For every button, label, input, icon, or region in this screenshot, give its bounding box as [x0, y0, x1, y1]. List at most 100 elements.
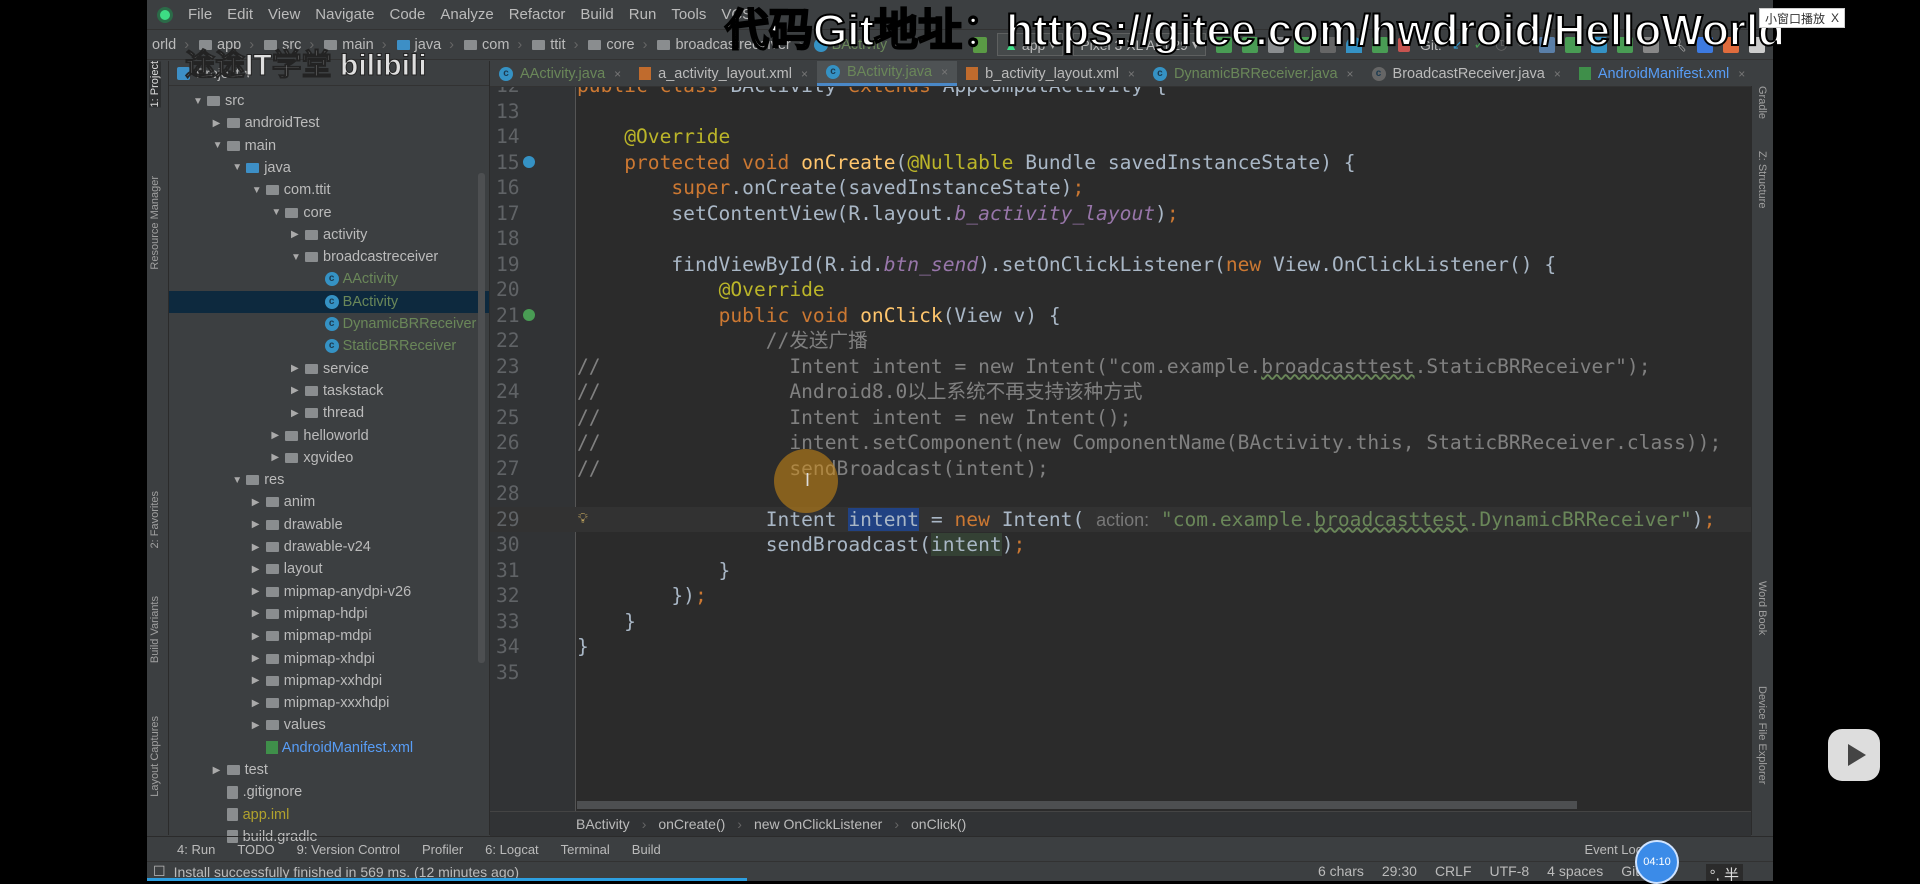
- tree-item[interactable]: ▶ service: [169, 358, 489, 380]
- menu-refactor[interactable]: Refactor: [509, 6, 566, 23]
- lightbulb-icon[interactable]: 💡︎: [578, 507, 588, 533]
- bottom-tab-build[interactable]: Build: [632, 842, 661, 857]
- close-icon[interactable]: ×: [941, 65, 948, 79]
- ime-indicator[interactable]: °, 半: [1705, 864, 1743, 881]
- chevron-right-icon[interactable]: ▶: [252, 631, 266, 642]
- tool-window-build-variants[interactable]: Build Variants: [149, 596, 161, 663]
- tab-bactivity-java[interactable]: c BActivity.java ×: [816, 61, 958, 86]
- close-icon[interactable]: ×: [1347, 67, 1354, 81]
- tree-item[interactable]: ▶ mipmap-anydpi-v26: [169, 581, 489, 603]
- chevron-right-icon[interactable]: ▶: [252, 497, 266, 508]
- close-icon[interactable]: ×: [801, 67, 808, 81]
- close-icon[interactable]: ×: [1738, 67, 1745, 81]
- tree-item[interactable]: ▶ mipmap-xhdpi: [169, 648, 489, 670]
- chevron-right-icon[interactable]: ▶: [291, 229, 305, 240]
- tree-item[interactable]: ▶ androidTest: [169, 112, 489, 134]
- tree-item[interactable]: c BActivity: [169, 290, 489, 313]
- bottom-tab-profiler[interactable]: Profiler: [422, 842, 463, 857]
- tool-window-resource-manager[interactable]: Resource Manager: [149, 176, 161, 270]
- editor-breadcrumb-item[interactable]: BActivity: [576, 816, 630, 832]
- bottom-tab-todo[interactable]: TODO: [237, 842, 274, 857]
- tree-item[interactable]: ▶ test: [169, 759, 489, 781]
- menu-analyze[interactable]: Analyze: [440, 6, 493, 23]
- tree-item[interactable]: ▶ thread: [169, 402, 489, 424]
- tool-window-project[interactable]: 1: Project: [149, 61, 161, 108]
- tree-item[interactable]: c DynamicBRReceiver: [169, 313, 489, 335]
- chevron-right-icon[interactable]: ▶: [252, 608, 266, 619]
- tree-item[interactable]: ▼ com.ttit: [169, 179, 489, 201]
- tool-window-structure[interactable]: Z: Structure: [1756, 151, 1768, 208]
- chevron-down-icon[interactable]: ▼: [232, 475, 246, 486]
- tree-item[interactable]: ▶ values: [169, 714, 489, 736]
- line-separator[interactable]: CRLF: [1435, 863, 1472, 879]
- file-encoding[interactable]: UTF-8: [1490, 863, 1530, 879]
- chevron-right-icon[interactable]: ▶: [252, 675, 266, 686]
- tree-item[interactable]: ▶ mipmap-xxhdpi: [169, 670, 489, 692]
- chevron-down-icon[interactable]: ▼: [252, 185, 266, 196]
- tree-item[interactable]: ▶ layout: [169, 558, 489, 580]
- menu-code[interactable]: Code: [389, 6, 425, 23]
- override-gutter-icon[interactable]: [523, 155, 535, 168]
- chevron-right-icon[interactable]: ▶: [291, 385, 305, 396]
- chevron-down-icon[interactable]: ▼: [193, 96, 207, 107]
- editor-breadcrumb-item[interactable]: new OnClickListener: [754, 816, 882, 832]
- tool-window-layout-captures[interactable]: Layout Captures: [149, 716, 161, 797]
- chevron-right-icon[interactable]: ▶: [213, 118, 227, 129]
- chevron-right-icon[interactable]: ▶: [252, 519, 266, 530]
- caret-position[interactable]: 29:30: [1382, 863, 1417, 879]
- bilibili-play-icon[interactable]: [1828, 729, 1880, 781]
- chevron-right-icon[interactable]: ▶: [291, 363, 305, 374]
- tab-b-activity-layout-xml[interactable]: b_activity_layout.xml ×: [957, 61, 1144, 86]
- menu-build[interactable]: Build: [580, 6, 613, 23]
- chevron-right-icon[interactable]: ▶: [252, 720, 266, 731]
- close-icon[interactable]: ×: [614, 67, 621, 81]
- override-gutter-icon[interactable]: [523, 308, 535, 321]
- tab-androidmanifest-xml[interactable]: AndroidManifest.xml ×: [1570, 61, 1754, 86]
- tree-item[interactable]: ▶ drawable-v24: [169, 536, 489, 558]
- chevron-right-icon[interactable]: ▶: [213, 765, 227, 776]
- editor-horizontal-scrollbar[interactable]: [577, 801, 1577, 809]
- tree-item[interactable]: ▶ drawable: [169, 514, 489, 536]
- editor-breadcrumb-item[interactable]: onClick(): [911, 816, 966, 832]
- pip-button[interactable]: 小窗口播放 X: [1759, 8, 1846, 28]
- menu-run[interactable]: Run: [629, 6, 657, 23]
- tree-item[interactable]: ▶ mipmap-hdpi: [169, 603, 489, 625]
- tab-dynamicbrreceiver-java[interactable]: c DynamicBRReceiver.java ×: [1144, 61, 1363, 86]
- chevron-down-icon[interactable]: ▼: [213, 140, 227, 151]
- tool-window-device-file-explorer[interactable]: Device File Explorer: [1756, 686, 1768, 784]
- tree-item[interactable]: ▶ taskstack: [169, 380, 489, 402]
- tree-item[interactable]: ▼ broadcastreceiver: [169, 246, 489, 268]
- code-editor[interactable]: 12 public class BActivity extends AppComp…: [490, 87, 1751, 811]
- menu-tools[interactable]: Tools: [671, 6, 706, 23]
- tab-aactivity-java[interactable]: c AActivity.java ×: [490, 61, 630, 86]
- tool-window-word-book[interactable]: Word Book: [1756, 581, 1768, 635]
- tree-item[interactable]: ▼ core: [169, 202, 489, 224]
- tool-window-gradle[interactable]: Gradle: [1756, 86, 1768, 119]
- chevron-right-icon[interactable]: ▶: [252, 653, 266, 664]
- bottom-tab-terminal[interactable]: Terminal: [561, 842, 610, 857]
- chevron-down-icon[interactable]: ▼: [232, 162, 246, 173]
- project-scrollbar[interactable]: [478, 173, 485, 663]
- chevron-right-icon[interactable]: ▶: [252, 542, 266, 553]
- editor-breadcrumb-item[interactable]: onCreate(): [658, 816, 725, 832]
- tree-item[interactable]: ▶ mipmap-mdpi: [169, 625, 489, 647]
- chevron-down-icon[interactable]: ▼: [291, 252, 305, 263]
- tree-item[interactable]: ▼ main: [169, 135, 489, 157]
- close-icon[interactable]: ×: [1128, 67, 1135, 81]
- bottom-tab-9-version-control[interactable]: 9: Version Control: [297, 842, 400, 857]
- tree-item[interactable]: ▶ helloworld: [169, 425, 489, 447]
- bottom-tab-6-logcat[interactable]: 6: Logcat: [485, 842, 539, 857]
- tree-item[interactable]: ▶ xgvideo: [169, 447, 489, 469]
- close-icon[interactable]: X: [1831, 11, 1839, 25]
- menu-view[interactable]: View: [268, 6, 300, 23]
- chevron-right-icon[interactable]: ▶: [271, 452, 285, 463]
- tree-item[interactable]: AndroidManifest.xml: [169, 737, 489, 759]
- tree-item[interactable]: ▶ mipmap-xxxhdpi: [169, 692, 489, 714]
- menu-navigate[interactable]: Navigate: [315, 6, 374, 23]
- bottom-tab-4-run[interactable]: 4: Run: [177, 842, 215, 857]
- breadcrumb-item[interactable]: ttit ›: [527, 37, 583, 53]
- chevron-right-icon[interactable]: ▶: [291, 408, 305, 419]
- tab-broadcastreceiver-java[interactable]: c BroadcastReceiver.java ×: [1363, 61, 1570, 86]
- chevron-right-icon[interactable]: ▶: [271, 430, 285, 441]
- indent-setting[interactable]: 4 spaces: [1547, 863, 1603, 879]
